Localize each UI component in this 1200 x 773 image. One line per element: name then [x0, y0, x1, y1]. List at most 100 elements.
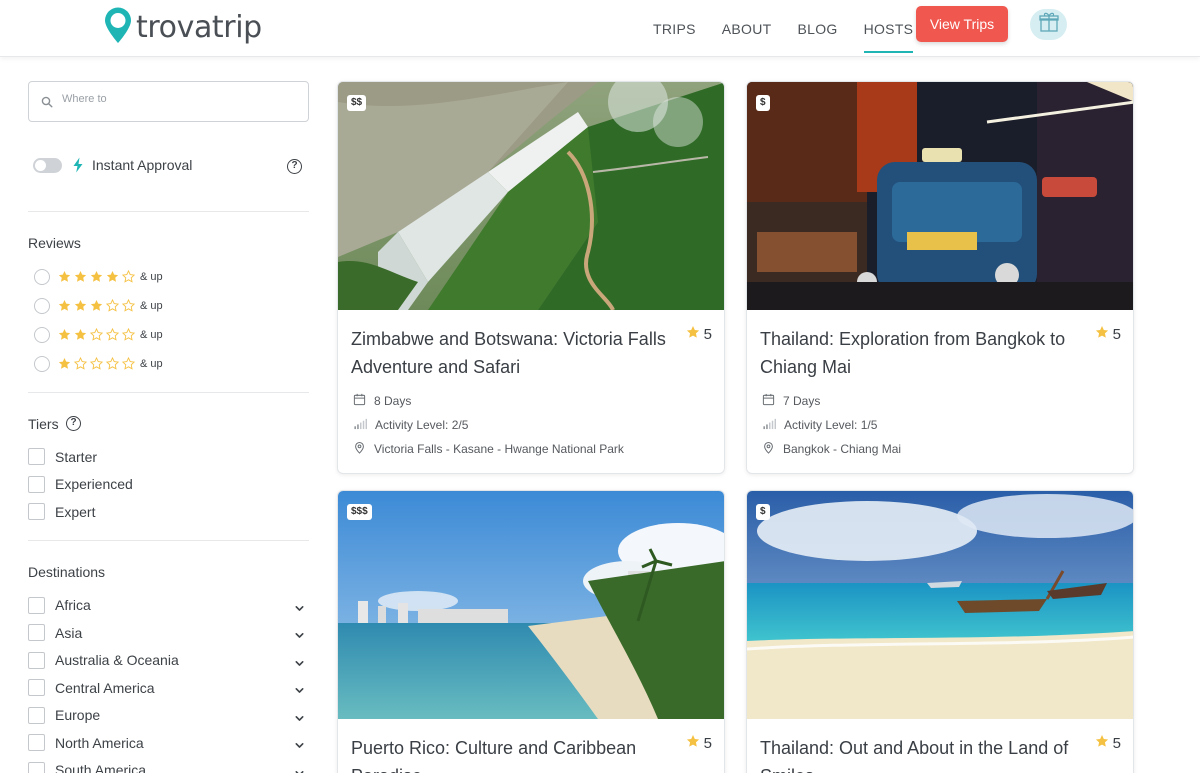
star-filled-icon	[90, 270, 103, 283]
nav-hosts[interactable]: HOSTS	[863, 13, 914, 53]
tier-option[interactable]: Starter	[28, 443, 309, 471]
view-trips-button[interactable]: View Trips	[916, 6, 1008, 42]
tier-options: Starter Experienced Expert	[28, 443, 309, 526]
signal-bars-icon	[351, 417, 375, 433]
destination-option[interactable]: Australia & Oceania	[28, 647, 309, 675]
rating-value: 5	[1112, 325, 1121, 343]
star-outline-icon	[106, 357, 119, 370]
destination-checkbox[interactable]	[28, 761, 45, 773]
question-mark-icon[interactable]: ?	[287, 159, 302, 174]
tiers-title: Tiers	[28, 416, 59, 432]
tiers-filter: Tiers ? Starter Experienced Expert	[28, 416, 309, 541]
star-rating	[58, 299, 138, 312]
star-icon	[686, 734, 704, 752]
star-filled-icon	[106, 270, 119, 283]
review-radio[interactable]	[34, 268, 50, 285]
review-option-3-stars[interactable]: & up	[28, 291, 309, 320]
tier-checkbox[interactable]	[28, 503, 45, 521]
chevron-down-icon[interactable]	[294, 601, 305, 619]
trip-photo-bangkok[interactable]: $	[747, 82, 1133, 310]
chevron-down-icon[interactable]	[294, 656, 305, 674]
star-outline-icon	[90, 357, 103, 370]
trip-rating: 5	[686, 734, 712, 752]
trip-route: Bangkok - Chiang Mai	[760, 437, 1120, 461]
calendar-icon	[351, 393, 374, 409]
trip-card[interactable]: $ Thailand: Out and About in the Land of…	[746, 490, 1134, 773]
trip-rating: 5	[1095, 325, 1121, 343]
review-radio[interactable]	[34, 326, 50, 343]
review-options: & up & up & up & up	[28, 262, 309, 378]
star-outline-icon	[122, 299, 135, 312]
and-up-label: & up	[140, 357, 163, 370]
duration-text: 7 Days	[783, 394, 821, 408]
star-icon	[686, 325, 704, 343]
trip-card-body: Thailand: Exploration from Bangkok to Ch…	[747, 310, 1133, 473]
destination-label: South America	[55, 762, 147, 773]
tier-option[interactable]: Experienced	[28, 471, 309, 499]
search-input[interactable]	[62, 93, 292, 105]
tier-option[interactable]: Expert	[28, 498, 309, 526]
chevron-down-icon[interactable]	[294, 683, 305, 701]
nav-blog[interactable]: BLOG	[797, 13, 837, 45]
gift-button[interactable]	[1030, 9, 1067, 40]
destination-checkbox[interactable]	[28, 596, 45, 614]
review-radio[interactable]	[34, 297, 50, 314]
chevron-down-icon[interactable]	[294, 628, 305, 646]
trip-photo-puerto-rico[interactable]: $$$	[338, 491, 724, 719]
destination-option[interactable]: Europe	[28, 702, 309, 730]
rating-value: 5	[703, 734, 712, 752]
tier-label: Experienced	[55, 476, 133, 493]
review-option-4-stars[interactable]: & up	[28, 262, 309, 291]
trip-title[interactable]: Puerto Rico: Culture and Caribbean Parad…	[351, 734, 673, 773]
destination-option[interactable]: South America	[28, 757, 309, 773]
trip-card[interactable]: $$ Zimbabwe and Botswana: Victoria Falls…	[337, 81, 725, 474]
activity-text: Activity Level: 2/5	[375, 418, 469, 432]
search-box[interactable]	[28, 81, 309, 122]
instant-approval-label: Instant Approval	[92, 157, 193, 173]
trip-photo-thailand-beach[interactable]: $	[747, 491, 1133, 719]
destination-checkbox[interactable]	[28, 651, 45, 669]
logo[interactable]: trovatrip	[102, 6, 262, 49]
destination-option[interactable]: Central America	[28, 674, 309, 702]
chevron-down-icon[interactable]	[294, 711, 305, 729]
tier-checkbox[interactable]	[28, 475, 45, 493]
chevron-down-icon[interactable]	[294, 766, 305, 773]
trip-card[interactable]: $$$ Puerto Rico: Culture and Caribbean P…	[337, 490, 725, 773]
star-icon	[1095, 734, 1113, 752]
trip-photo-victoria-falls[interactable]: $$	[338, 82, 724, 310]
nav-trips[interactable]: TRIPS	[653, 13, 696, 45]
star-outline-icon	[90, 328, 103, 341]
star-outline-icon	[122, 328, 135, 341]
star-filled-icon	[58, 270, 71, 283]
logo-pin-icon	[102, 6, 134, 49]
review-option-2-stars[interactable]: & up	[28, 320, 309, 349]
tier-label: Expert	[55, 503, 96, 520]
route-text: Bangkok - Chiang Mai	[783, 442, 902, 456]
destination-checkbox[interactable]	[28, 679, 45, 697]
price-badge: $$	[347, 95, 367, 111]
top-navbar: trovatrip TRIPS ABOUT BLOG HOSTS View Tr…	[0, 0, 1200, 57]
trip-title[interactable]: Zimbabwe and Botswana: Victoria Falls Ad…	[351, 325, 673, 381]
trip-title[interactable]: Thailand: Out and About in the Land of S…	[760, 734, 1082, 773]
review-radio[interactable]	[34, 355, 50, 372]
question-mark-icon[interactable]: ?	[66, 416, 81, 431]
nav-about[interactable]: ABOUT	[722, 13, 772, 45]
trip-card[interactable]: $ Thailand: Exploration from Bangkok to …	[746, 81, 1134, 474]
reviews-title: Reviews	[28, 235, 81, 251]
chevron-down-icon[interactable]	[294, 738, 305, 756]
instant-approval-toggle[interactable]	[33, 158, 62, 173]
star-outline-icon	[74, 357, 87, 370]
destination-checkbox[interactable]	[28, 624, 45, 642]
review-option-1-stars[interactable]: & up	[28, 349, 309, 378]
destination-label: North America	[55, 734, 144, 751]
trip-duration: 8 Days	[351, 389, 711, 413]
destination-option[interactable]: Asia	[28, 619, 309, 647]
rating-value: 5	[1112, 734, 1121, 752]
destination-label: Africa	[55, 597, 91, 614]
destination-option[interactable]: Africa	[28, 592, 309, 620]
tier-checkbox[interactable]	[28, 448, 45, 466]
trip-title[interactable]: Thailand: Exploration from Bangkok to Ch…	[760, 325, 1082, 381]
destination-checkbox[interactable]	[28, 706, 45, 724]
destination-option[interactable]: North America	[28, 729, 309, 757]
destination-checkbox[interactable]	[28, 734, 45, 752]
